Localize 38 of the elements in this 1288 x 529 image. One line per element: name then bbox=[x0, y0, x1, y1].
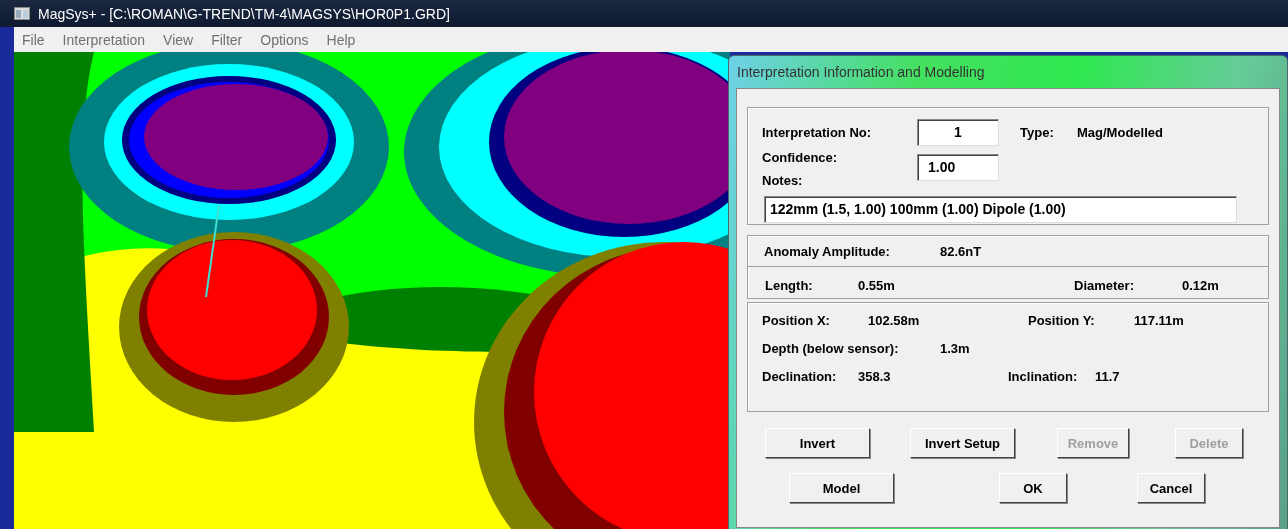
dialog-button[interactable]: Invert bbox=[765, 428, 870, 458]
dialog-button[interactable]: Invert Setup bbox=[910, 428, 1015, 458]
field-label: Notes: bbox=[762, 173, 804, 188]
menu-item[interactable]: Interpretation bbox=[62, 31, 146, 48]
field-label: Position X: bbox=[762, 313, 831, 328]
type-value: Mag/Modelled bbox=[1077, 124, 1163, 140]
menu-item[interactable]: View bbox=[163, 31, 194, 48]
field-label: Declination: bbox=[762, 369, 838, 384]
window-title: MagSys+ - [C:\ROMAN\G-TREND\TM-4\MAGSYS\HOR0P1.GRD] bbox=[38, 5, 450, 22]
field-value: 358.3 bbox=[858, 369, 892, 384]
field-value: 102.58m bbox=[868, 313, 921, 328]
field-label: Diameter: bbox=[1074, 277, 1135, 293]
dialog-button[interactable]: OK bbox=[999, 473, 1067, 503]
menu-item[interactable]: Help bbox=[326, 31, 356, 48]
window-icon bbox=[14, 7, 30, 20]
field-value: 0.12m bbox=[1182, 277, 1219, 293]
field-label: Length: bbox=[765, 277, 814, 293]
dialog-button[interactable]: Cancel bbox=[1137, 473, 1205, 503]
field-label: Type: bbox=[1020, 124, 1055, 140]
menu-item[interactable]: File bbox=[22, 31, 45, 48]
menu-item[interactable]: Filter bbox=[211, 31, 243, 48]
field-label: Interpretation No: bbox=[762, 124, 873, 140]
field-value: 82.6nT bbox=[940, 243, 982, 259]
field-label: Anomaly Amplitude: bbox=[764, 243, 891, 259]
field-value: 117.11m bbox=[1134, 313, 1184, 328]
dialog-title: Interpretation Information and Modelling bbox=[736, 63, 986, 82]
menu-item[interactable]: Options bbox=[260, 31, 309, 48]
field-label: Inclination: bbox=[1008, 369, 1079, 384]
input-field[interactable]: 122mm (1.5, 1.00) 100mm (1.00) Dipole (1.00) bbox=[764, 196, 1237, 223]
field-label: Confidence: bbox=[762, 150, 839, 165]
field-value: 1.3m bbox=[940, 341, 970, 356]
field-label: Position Y: bbox=[1028, 313, 1096, 328]
input-field[interactable]: 1 bbox=[917, 118, 999, 146]
field-value: 0.55m bbox=[858, 277, 896, 293]
field-label: Depth (below sensor): bbox=[762, 341, 900, 356]
field-value: 11.7 bbox=[1095, 369, 1120, 384]
input-field[interactable]: 1.00 bbox=[917, 154, 999, 181]
dialog-button[interactable]: Model bbox=[789, 473, 894, 503]
